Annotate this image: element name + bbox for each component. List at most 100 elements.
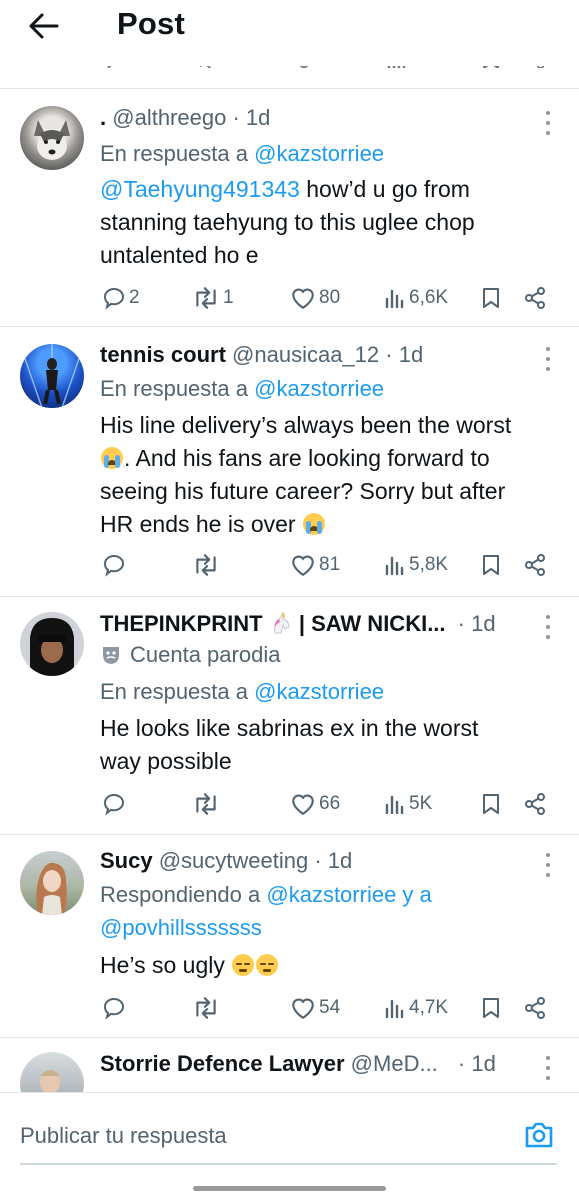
input-underline [20, 1163, 557, 1165]
reply-button[interactable]: 2 [102, 284, 140, 312]
bookmark-icon [483, 288, 499, 308]
avatar[interactable] [20, 344, 84, 408]
reply-prefix: En respuesta a [100, 376, 248, 401]
reply-to-link[interactable]: @povhillsssssss [100, 915, 262, 940]
tweet-text: seeing his future career? Sorry but afte… [100, 478, 506, 504]
user-handle[interactable]: @MeD... [351, 1051, 438, 1076]
timestamp[interactable]: · 1d [385, 342, 423, 367]
reply-prefix: Respondiendo a [100, 882, 261, 907]
user-handle[interactable]: @sucytweeting [159, 848, 309, 873]
avatar[interactable] [20, 612, 84, 676]
share-button[interactable] [523, 551, 547, 579]
divider [0, 596, 579, 597]
share-icon [525, 287, 545, 309]
bookmark-button[interactable] [481, 790, 501, 818]
view-count: 5,8K [409, 554, 449, 575]
repost-arrows-icon [196, 554, 216, 576]
theater-mask-icon [103, 647, 119, 664]
like-button[interactable]: 66 [290, 790, 340, 818]
like-count: 81 [319, 554, 341, 575]
timestamp[interactable]: · 1d [232, 105, 270, 130]
repost-button[interactable]: 1 [192, 284, 234, 312]
bookmark-icon [483, 555, 499, 575]
tweet-text: He’s so ugly [100, 952, 232, 978]
home-indicator[interactable] [193, 1186, 386, 1191]
tweet-text: His line delivery’s always been the wors… [100, 412, 512, 438]
user-handle[interactable]: @nausicaa_12 [232, 342, 379, 367]
reply-prefix: En respuesta a [100, 141, 248, 166]
timestamp[interactable]: · 1d [458, 611, 496, 636]
repost-arrows-icon [196, 793, 216, 815]
display-name[interactable]: Storrie Defence Lawyer [100, 1051, 345, 1076]
reply-to-link[interactable]: @kazstorriee [254, 376, 384, 401]
chat-bubble-icon [103, 554, 125, 577]
reply-button[interactable] [102, 790, 129, 818]
share-button[interactable] [523, 790, 547, 818]
views-button[interactable]: 5K [384, 790, 432, 818]
tweet-actions: 54 4,7K [100, 994, 560, 1022]
pensive-face-emoji [256, 954, 279, 976]
tweet-text: He looks like sabrinas ex in the worst [100, 715, 479, 741]
display-name-suffix[interactable]: | SAW NICKI... [299, 611, 446, 636]
display-name[interactable]: tennis court [100, 342, 226, 367]
like-button[interactable]: 80 [290, 284, 340, 312]
display-name[interactable]: THEPINKPRINT [100, 611, 263, 636]
reply-to-link[interactable]: @kazstorriee [254, 679, 384, 704]
tweet-text: untalented ho e [100, 242, 259, 268]
share-icon [525, 793, 545, 815]
mention-link[interactable]: @Taehyung491343 [100, 176, 300, 202]
view-count: 4,7K [409, 997, 449, 1018]
share-button[interactable] [523, 994, 547, 1022]
chat-bubble-icon [103, 997, 125, 1020]
more-vertical-icon[interactable] [543, 615, 553, 639]
views-button[interactable]: 5,8K [384, 551, 448, 579]
reply-to-link[interactable]: @kazstorriee y a [266, 882, 431, 907]
reply-composer[interactable]: Publicar tu respuesta [0, 1109, 579, 1165]
heart-icon [292, 794, 314, 816]
reply-to-link[interactable]: @kazstorriee [254, 141, 384, 166]
more-vertical-icon[interactable] [543, 1056, 553, 1080]
bookmark-button[interactable] [481, 284, 501, 312]
more-vertical-icon[interactable] [543, 347, 553, 371]
camera-button[interactable] [521, 1117, 557, 1153]
share-icon [525, 554, 545, 576]
more-vertical-icon[interactable] [543, 111, 553, 135]
chat-bubble-icon [103, 287, 125, 310]
timestamp[interactable]: · 1d [314, 848, 352, 873]
repost-button[interactable] [192, 551, 223, 579]
like-button[interactable]: 54 [290, 994, 340, 1022]
timestamp[interactable]: · 1d [458, 1051, 496, 1076]
reply-input[interactable]: Publicar tu respuesta [20, 1123, 227, 1149]
repost-button[interactable] [192, 790, 223, 818]
avatar[interactable] [20, 851, 84, 915]
like-button[interactable]: 81 [290, 551, 340, 579]
bookmark-icon [483, 794, 499, 814]
tweet-text: . And his fans are looking forward to [124, 445, 490, 471]
parody-label: Cuenta parodia [100, 641, 280, 673]
tweet-text: how’d u go from [299, 176, 470, 202]
tweet-header: . @althreego · 1d [100, 104, 270, 132]
reply-button[interactable] [102, 994, 129, 1022]
more-vertical-icon[interactable] [543, 853, 553, 877]
repost-button[interactable] [192, 994, 223, 1022]
tweet-header: THEPINKPRINT | SAW NICKI... · 1d [100, 610, 496, 638]
back-button[interactable] [22, 6, 66, 46]
pensive-face-emoji [232, 954, 255, 976]
portrait-image [30, 618, 74, 676]
views-button[interactable]: 6,6K [384, 284, 448, 312]
reply-button[interactable] [102, 551, 129, 579]
top-app-bar: Post [0, 0, 579, 66]
tweet-body: He looks like sabrinas ex in the worst w… [100, 712, 540, 778]
avatar[interactable] [20, 106, 84, 170]
display-name[interactable]: . [100, 105, 106, 130]
reply-context: En respuesta a @kazstorriee [100, 678, 384, 706]
portrait-image [36, 862, 67, 915]
display-name[interactable]: Sucy [100, 848, 153, 873]
bookmark-button[interactable] [481, 994, 501, 1022]
bookmark-button[interactable] [481, 551, 501, 579]
heart-icon [292, 555, 314, 577]
share-button[interactable] [523, 284, 547, 312]
user-handle[interactable]: @althreego [112, 105, 226, 130]
reply-context: En respuesta a @kazstorriee [100, 140, 384, 168]
views-button[interactable]: 4,7K [384, 994, 448, 1022]
